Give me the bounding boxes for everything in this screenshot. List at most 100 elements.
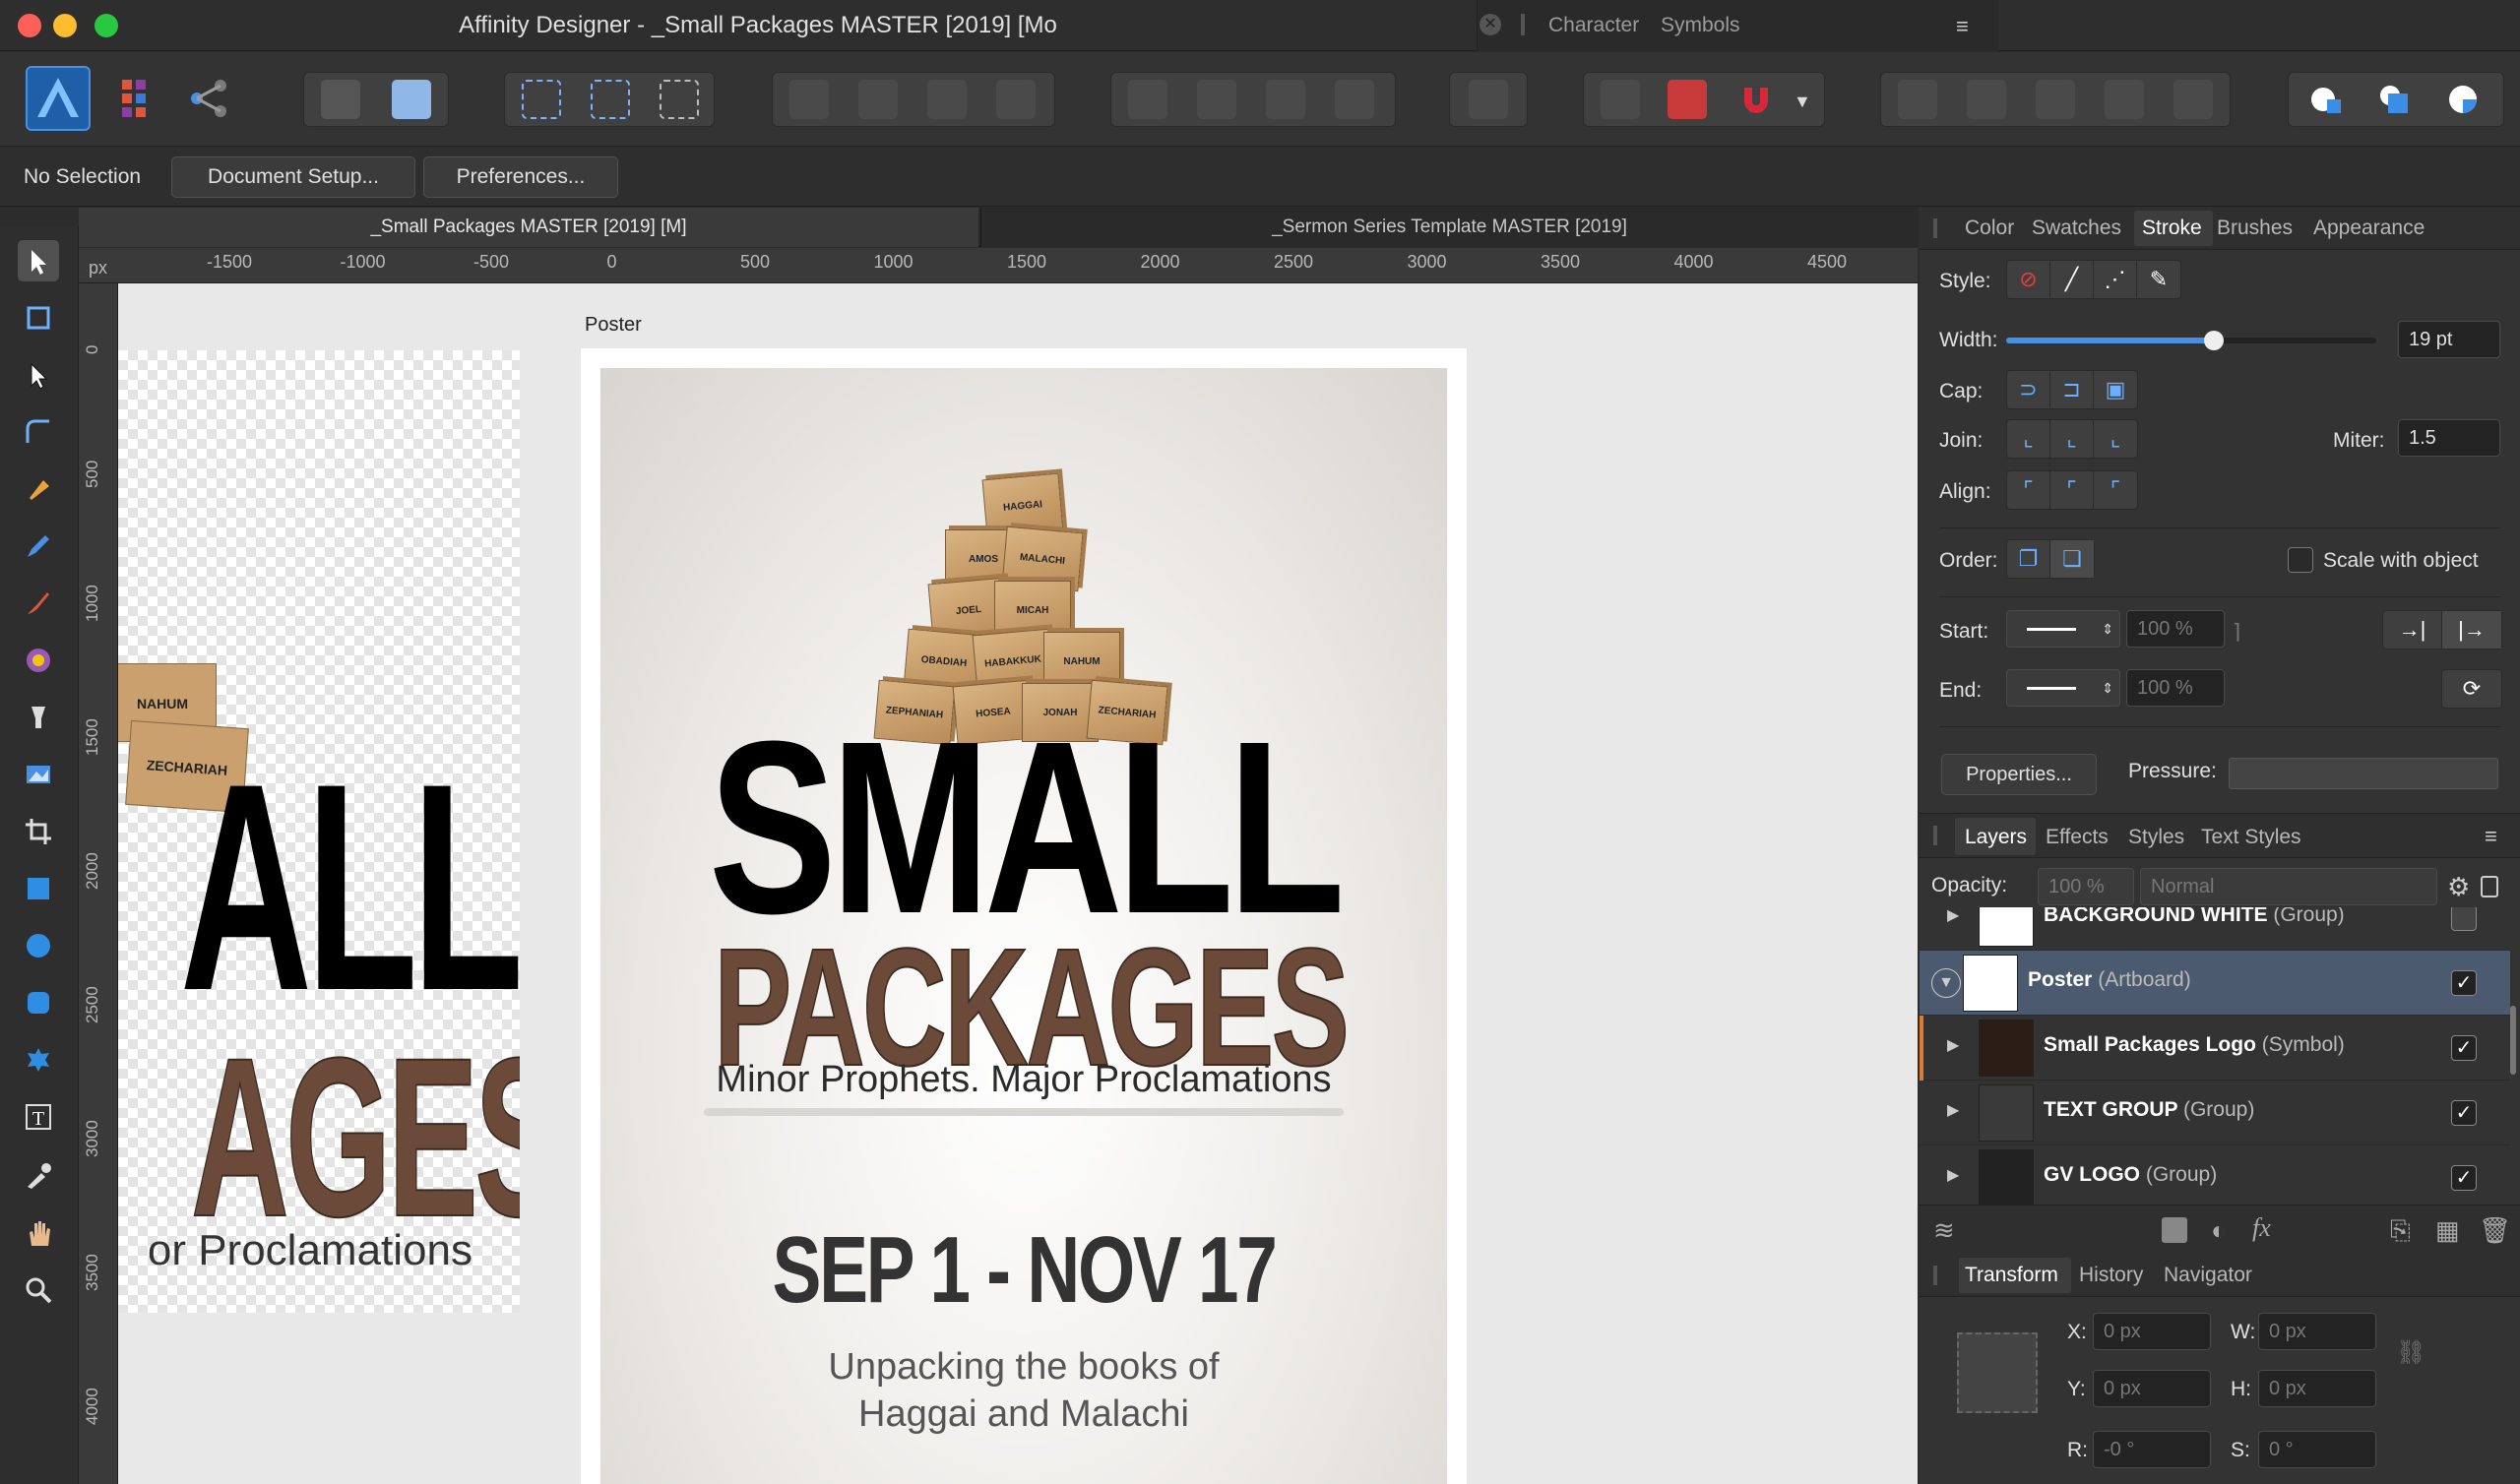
panel-grip-icon[interactable] [1933,1266,1937,1285]
shape-tool-icon[interactable] [18,1039,59,1081]
snapping-options-chevron-icon[interactable]: ▼ [1794,92,1811,112]
swap-arrowheads-icon[interactable]: ⟳ [2441,669,2502,709]
invert-selection-icon[interactable] [660,80,699,119]
link-bracket-icon[interactable]: ⌉ [2233,620,2240,645]
width-slider-knob[interactable] [2203,331,2224,350]
arrow-outside-icon[interactable]: |→ [2442,611,2501,649]
layer-settings-gear-icon[interactable]: ⚙ [2447,872,2470,902]
designer-persona-icon[interactable] [26,66,91,131]
start-size-field[interactable]: 100 % [2126,610,2225,648]
mask-icon[interactable] [2162,1217,2187,1243]
settings-upload-icon[interactable] [321,80,360,119]
align-icon[interactable] [1469,80,1508,119]
insert-behind-icon[interactable] [2305,80,2345,119]
lock-aspect-ratio-icon[interactable]: ⛓ [2396,1338,2426,1367]
end-arrowhead-select[interactable]: ⇕ [2006,669,2120,707]
round-cap-icon[interactable]: ⊐ [2050,371,2094,408]
brush-stroke-icon[interactable]: ✎ [2137,261,2180,298]
pressure-curve-field[interactable] [2229,758,2498,789]
zoom-tool-icon[interactable] [18,1269,59,1311]
fill-tool-icon[interactable] [18,640,59,681]
opacity-field[interactable]: 100 % [2038,868,2134,905]
artboard-label[interactable]: Poster [585,314,642,337]
rotate-right-icon[interactable] [1335,80,1374,119]
layer-row[interactable]: ▼ Poster (Artboard) ✓ [1920,951,2510,1016]
add-pixel-layer-icon[interactable]: ▦ [2435,1215,2460,1246]
tab-symbols[interactable]: Symbols [1661,14,1740,37]
add-boolean-icon[interactable] [1898,80,1937,119]
solid-line-icon[interactable]: ╱ [2050,261,2094,298]
dashed-line-icon[interactable]: ⋰ [2094,261,2137,298]
flip-vertical-icon[interactable] [1197,80,1236,119]
layer-visibility-checkbox[interactable]: ✓ [2451,1165,2477,1191]
miter-join-icon[interactable]: ⌞ [2007,420,2050,458]
expand-arrow-icon[interactable]: ▶ [1947,1100,1959,1120]
lock-icon[interactable] [2481,876,2498,897]
s-field[interactable]: 0 ° [2258,1431,2376,1468]
move-to-back-icon[interactable] [789,80,829,119]
align-outside-icon[interactable]: ⌜ [2094,471,2137,509]
transparency-tool-icon[interactable] [18,697,59,738]
corner-tool-icon[interactable] [18,411,59,453]
expand-arrow-icon[interactable]: ▶ [1947,1165,1959,1185]
tab-transform[interactable]: Transform [1965,1264,2058,1287]
tab-navigator[interactable]: Navigator [2164,1264,2252,1287]
miter-field[interactable]: 1.5 [2398,419,2500,457]
tab-small-packages-master[interactable]: _Small Packages MASTER [2019] [M] [79,208,978,247]
h-field[interactable]: 0 px [2258,1370,2376,1407]
move-to-front-icon[interactable] [996,80,1036,119]
round-join-icon[interactable]: ⌞ [2050,420,2094,458]
poster-artboard[interactable]: HAGGAI AMOS MALACHI JOEL MICAH OBADIAH HABAKKU… [581,348,1467,1484]
text-tool-icon[interactable]: T [18,1096,59,1138]
tab-text-styles[interactable]: Text Styles [2201,826,2301,849]
adjustment-icon[interactable]: ◐ [2211,1215,2227,1246]
node-tool-icon[interactable] [18,354,59,396]
insert-inside-icon[interactable] [2443,80,2483,119]
deselect-icon[interactable] [591,80,630,119]
close-panel-icon[interactable]: ✕ [1480,14,1501,35]
expand-arrow-icon[interactable]: ▶ [1947,907,1959,925]
layer-visibility-checkbox[interactable]: ✓ [2451,970,2477,996]
force-pixel-alignment-icon[interactable] [1668,80,1707,119]
horizontal-ruler[interactable]: px -1500 -1000 -500 0 500 1000 1500 2000 2500 300… [79,248,1961,283]
divide-boolean-icon[interactable] [2174,80,2213,119]
move-tool-icon[interactable] [18,240,59,281]
panel-grip-icon[interactable] [1521,14,1525,35]
arrow-inside-icon[interactable]: →| [2383,611,2442,649]
move-forward-icon[interactable] [927,80,967,119]
stroke-behind-fill-icon[interactable]: ❐ [2007,540,2050,578]
vector-brush-tool-icon[interactable] [18,583,59,624]
start-arrowhead-select[interactable]: ⇕ [2006,610,2120,648]
no-stroke-icon[interactable]: ⊘ [2007,261,2050,298]
insert-top-icon[interactable] [2374,80,2414,119]
layer-row[interactable]: ▶ GV LOGO (Group) ✓ [1920,1145,2510,1210]
tab-history[interactable]: History [2079,1264,2143,1287]
move-back-icon[interactable] [858,80,898,119]
export-persona-icon[interactable] [187,76,232,121]
crop-tool-icon[interactable] [18,811,59,852]
properties-button[interactable]: Properties... [1941,754,2097,795]
width-slider-track[interactable] [2006,331,2376,350]
layer-stack-icon[interactable]: ≋ [1933,1215,1955,1246]
canvas[interactable]: NAHUM ZECHARIAH ALL AGES or Proclamation… [118,283,1918,1484]
rotate-left-icon[interactable] [1266,80,1305,119]
align-inside-icon[interactable]: ⌜ [2050,471,2094,509]
tab-appearance[interactable]: Appearance [2313,216,2425,240]
view-tool-icon[interactable] [18,1212,59,1254]
width-field[interactable]: 19 pt [2398,321,2500,358]
align-center-icon[interactable]: ⌜ [2007,471,2050,509]
x-field[interactable]: 0 px [2093,1313,2211,1350]
xor-boolean-icon[interactable] [2105,80,2144,119]
artboard-tool-icon[interactable] [18,297,59,339]
delete-layer-icon[interactable]: 🗑 [2479,1215,2511,1246]
panel-grip-icon[interactable] [1933,218,1937,238]
select-all-icon[interactable] [522,80,561,119]
anchor-point-selector[interactable] [1957,1332,2038,1413]
rectangle-tool-icon[interactable] [18,868,59,909]
scale-with-object-checkbox[interactable] [2288,547,2313,573]
tab-color[interactable]: Color [1965,216,2014,240]
w-field[interactable]: 0 px [2258,1313,2376,1350]
pixel-persona-icon[interactable] [118,76,163,121]
end-size-field[interactable]: 100 % [2126,669,2225,707]
y-field[interactable]: 0 px [2093,1370,2211,1407]
